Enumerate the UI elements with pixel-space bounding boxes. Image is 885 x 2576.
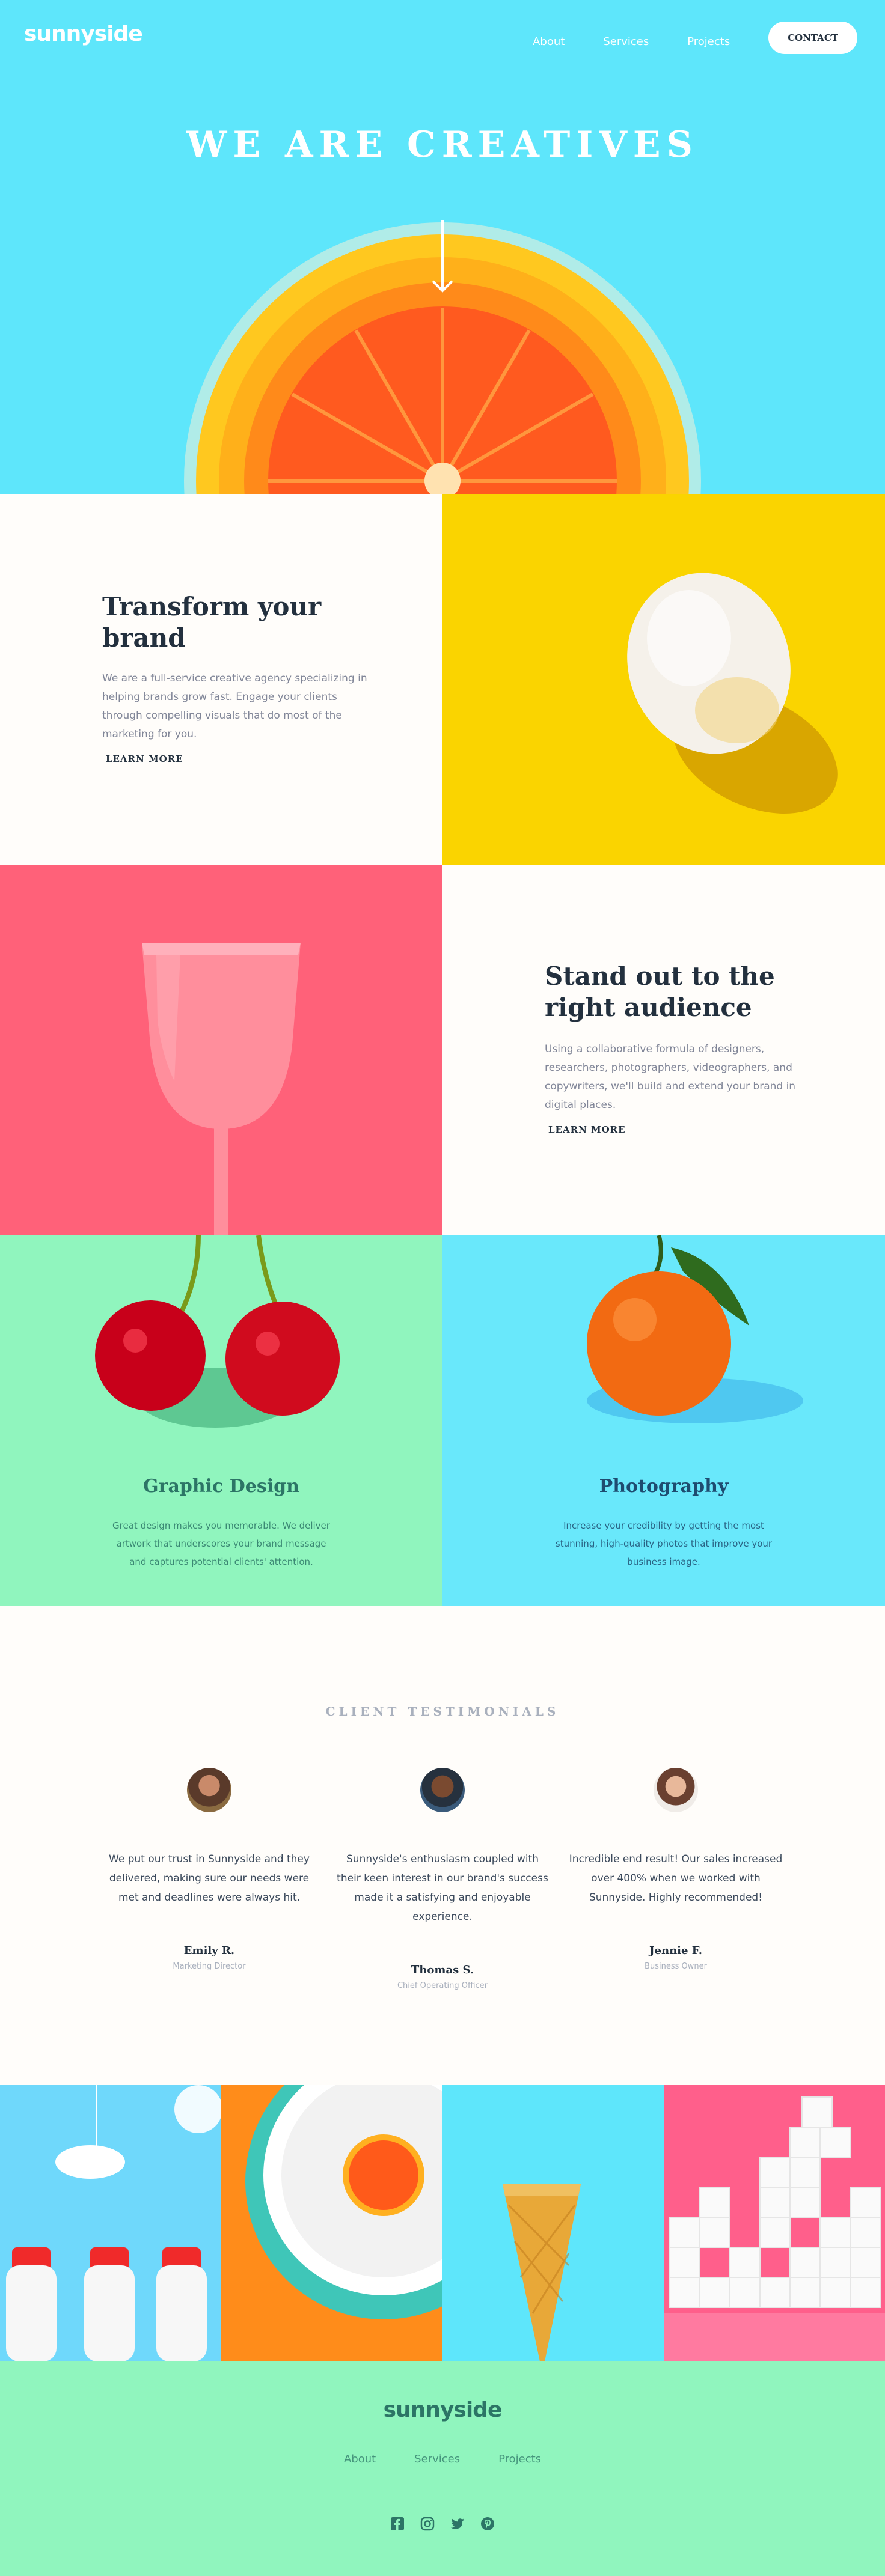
learn-more-label: LEARN MORE (106, 754, 183, 764)
cone-illustration (503, 2184, 581, 2361)
testimonial-role: Business Owner (645, 1962, 707, 1971)
milk-bottles-illustration (6, 2085, 221, 2361)
nav-link-services[interactable]: Services (603, 35, 649, 48)
cup-image (0, 865, 442, 1235)
hero-section: sunnyside About Services Projects CONTAC… (0, 0, 885, 494)
feature-stand-out: Stand out to the right audience Using a … (442, 865, 885, 1235)
testimonial-role: Marketing Director (173, 1962, 246, 1971)
facebook-icon[interactable] (390, 2517, 405, 2531)
service-body: Increase your credibility by getting the… (555, 1520, 773, 1567)
service-body: Great design makes you memorable. We del… (112, 1520, 330, 1567)
service-title: Graphic Design (143, 1476, 299, 1497)
feature-title: Stand out to the right audience (545, 961, 775, 1022)
footer-nav: About Services Projects (0, 2453, 885, 2465)
learn-more-link[interactable]: LEARN MORE (102, 754, 187, 766)
gallery-ice-cream-cone (442, 2085, 664, 2361)
social-links (0, 2517, 885, 2531)
arrow-down-icon[interactable] (430, 220, 455, 294)
footer-link-about[interactable]: About (344, 2453, 376, 2465)
service-graphic-design: Graphic Design Great design makes you me… (0, 1235, 442, 1606)
cup-illustration (142, 943, 301, 1235)
testimonial-quote: Sunnyside's enthusiasm coupled with thei… (337, 1853, 548, 1923)
egg-image (442, 494, 885, 865)
testimonial-name: Thomas S. (411, 1964, 474, 1976)
avatar (187, 1768, 231, 1812)
hero-title: WE ARE CREATIVES (186, 124, 699, 166)
egg-illustration (627, 573, 838, 814)
orange-plate-illustration (245, 2085, 442, 2319)
testimonials-section: CLIENT TESTIMONIALS We put our trust in … (0, 1606, 885, 2085)
feature-body: Using a collaborative formula of designe… (545, 1043, 796, 1111)
gallery-orange-plate (221, 2085, 442, 2361)
testimonial-name: Jennie F. (649, 1944, 702, 1957)
feature-transform: Transform your brand We are a full-servi… (0, 494, 442, 865)
instagram-icon[interactable] (420, 2517, 435, 2531)
testimonial-name: Emily R. (183, 1944, 235, 1957)
nav-link-projects[interactable]: Projects (687, 35, 730, 48)
feature-title: Transform your brand (102, 592, 322, 653)
gallery (0, 2085, 885, 2361)
gallery-sugar-cubes (664, 2085, 885, 2361)
avatar (654, 1768, 698, 1812)
service-title: Photography (599, 1476, 729, 1497)
nav-link-about[interactable]: About (533, 35, 565, 48)
gallery-milk-bottles (0, 2085, 221, 2361)
feature-body: We are a full-service creative agency sp… (102, 672, 367, 740)
site-logo[interactable]: sunnyside (24, 22, 143, 46)
footer: sunnyside About Services Projects (0, 2361, 885, 2576)
learn-more-label: LEARN MORE (548, 1124, 626, 1135)
service-photography: Photography Increase your credibility by… (442, 1235, 885, 1606)
testimonial-quote: We put our trust in Sunnyside and they d… (109, 1853, 310, 1904)
contact-button[interactable]: CONTACT (768, 22, 857, 54)
sugar-cubes-illustration (664, 2096, 885, 2361)
avatar (420, 1768, 465, 1812)
testimonial-card: We put our trust in Sunnyside and they d… (101, 1768, 317, 1971)
testimonial-card: Incredible end result! Our sales increas… (568, 1768, 784, 1971)
pinterest-icon[interactable] (480, 2517, 495, 2531)
testimonials-heading: CLIENT TESTIMONIALS (325, 1704, 560, 1719)
testimonial-role: Chief Operating Officer (397, 1981, 488, 1990)
twitter-icon[interactable] (450, 2517, 465, 2531)
learn-more-link[interactable]: LEARN MORE (545, 1124, 629, 1137)
testimonial-quote: Incredible end result! Our sales increas… (569, 1853, 783, 1904)
footer-link-projects[interactable]: Projects (498, 2453, 541, 2465)
main-nav: About Services Projects CONTACT (533, 22, 857, 54)
footer-logo[interactable]: sunnyside (0, 2398, 885, 2422)
testimonial-card: Sunnyside's enthusiasm coupled with thei… (334, 1768, 551, 1990)
footer-link-services[interactable]: Services (414, 2453, 460, 2465)
